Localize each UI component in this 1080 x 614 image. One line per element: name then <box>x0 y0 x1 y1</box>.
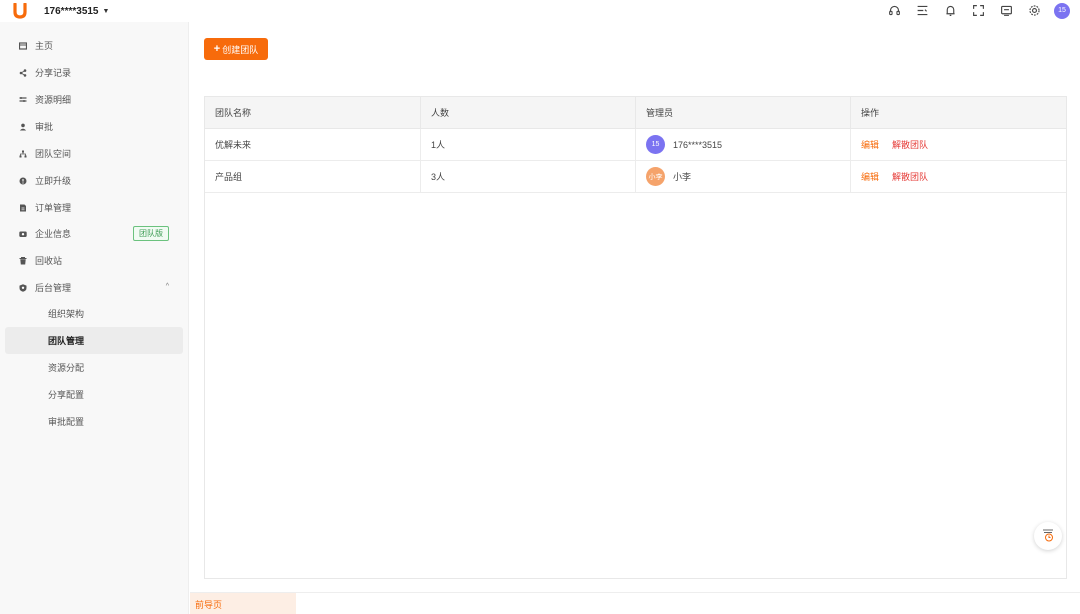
table-header: 团队名称 人数 管理员 操作 <box>205 97 1066 129</box>
table-row: 优解未来 1人 15 176****3515 编辑 解散团队 <box>205 129 1066 161</box>
column-header-count: 人数 <box>421 97 636 128</box>
actions-cell: 编辑 解散团队 <box>851 129 1066 160</box>
company-icon <box>19 230 27 238</box>
order-icon <box>19 204 27 212</box>
main-content: + 创建团队 团队名称 人数 管理员 操作 优解未来 1人 15 176****… <box>190 22 1080 592</box>
create-team-label: 创建团队 <box>222 44 259 55</box>
table-row: 产品组 3人 小李 小李 编辑 解散团队 <box>205 161 1066 193</box>
account-name: 176****3515 <box>44 5 99 17</box>
fullscreen-icon[interactable] <box>970 2 987 19</box>
sidebar-item-label: 审批 <box>35 122 54 132</box>
sidebar-item-home[interactable]: 主页 <box>5 32 183 59</box>
admin-name: 小李 <box>673 172 692 182</box>
settings-icon[interactable] <box>1026 2 1043 19</box>
trash-icon <box>19 256 27 265</box>
dissolve-team-link[interactable]: 解散团队 <box>892 138 928 151</box>
sidebar-item-approval[interactable]: 审批 <box>5 113 183 140</box>
sidebar-item-share-config[interactable]: 分享配置 <box>5 381 183 408</box>
column-header-actions: 操作 <box>861 108 880 118</box>
team-table: 团队名称 人数 管理员 操作 优解未来 1人 15 176****3515 编辑… <box>204 96 1067 579</box>
edit-link[interactable]: 编辑 <box>861 138 879 151</box>
sidebar-item-label: 资源分配 <box>48 363 85 373</box>
sidebar-item-label: 组织架构 <box>48 309 85 319</box>
admin-cell: 15 176****3515 <box>636 129 851 160</box>
sidebar-item-resource-allocation[interactable]: 资源分配 <box>5 354 183 381</box>
column-header-admin: 管理员 <box>636 97 851 128</box>
sidebar-item-share-records[interactable]: 分享记录 <box>5 59 183 86</box>
tab-lead-page[interactable]: 前导页 <box>190 593 296 614</box>
team-icon <box>19 150 27 158</box>
screen-icon[interactable] <box>998 2 1015 19</box>
sidebar-item-upgrade[interactable]: 立即升级 <box>5 167 183 194</box>
upgrade-icon <box>19 177 27 185</box>
admin-cell: 小李 小李 <box>636 161 851 192</box>
admin-icon <box>19 283 27 292</box>
share-icon <box>19 68 27 77</box>
admin-name: 176****3515 <box>673 139 723 150</box>
resource-icon <box>19 96 27 104</box>
bottom-tab-bar: 前导页 <box>190 592 1080 614</box>
team-name-cell: 优解未来 <box>205 129 421 160</box>
member-count-cell: 3人 <box>421 161 636 192</box>
sidebar-item-label: 订单管理 <box>35 203 72 213</box>
sidebar-item-recycle-bin[interactable]: 回收站 <box>5 247 183 274</box>
sidebar-item-label: 审批配置 <box>48 417 85 427</box>
member-count-cell: 1人 <box>421 129 636 160</box>
sidebar-item-company-info[interactable]: 企业信息 团队版 <box>5 220 183 247</box>
sidebar-item-label: 立即升级 <box>35 176 72 186</box>
sidebar-item-label: 团队空间 <box>35 149 72 159</box>
sidebar-item-label: 团队管理 <box>48 336 85 346</box>
sidebar-item-orders[interactable]: 订单管理 <box>5 194 183 221</box>
sidebar-item-label: 分享记录 <box>35 68 72 78</box>
sidebar-item-label: 企业信息 <box>35 229 72 239</box>
dissolve-team-link[interactable]: 解散团队 <box>892 170 928 183</box>
chevron-up-icon: ^ <box>165 283 169 290</box>
sidebar-item-label: 后台管理 <box>35 283 72 293</box>
admin-avatar: 15 <box>646 135 665 154</box>
account-switcher[interactable]: 176****3515 ▼ <box>44 6 109 17</box>
home-icon <box>19 41 27 50</box>
column-header-team-name: 团队名称 <box>205 97 421 128</box>
sidebar-item-approval-config[interactable]: 审批配置 <box>5 408 183 435</box>
plus-icon: + <box>213 42 221 55</box>
sidebar-item-resources[interactable]: 资源明细 <box>5 86 183 113</box>
history-icon <box>1041 528 1055 544</box>
headset-icon[interactable] <box>886 2 903 19</box>
bell-icon[interactable] <box>942 2 959 19</box>
top-bar: 176****3515 ▼ 15 <box>0 0 1080 22</box>
sidebar-item-admin[interactable]: 后台管理 ^ <box>5 274 183 301</box>
user-avatar[interactable]: 15 <box>1054 2 1070 19</box>
sidebar-item-team-management[interactable]: 团队管理 <box>5 327 183 354</box>
team-name-cell: 产品组 <box>205 161 421 192</box>
sidebar-item-label: 回收站 <box>35 256 63 266</box>
list-icon[interactable] <box>914 2 931 19</box>
sidebar-item-label: 主页 <box>35 41 54 51</box>
person-icon <box>19 123 27 131</box>
sidebar-item-label: 资源明细 <box>35 95 72 105</box>
create-team-button[interactable]: + 创建团队 <box>204 38 268 60</box>
floating-help-button[interactable] <box>1034 522 1062 550</box>
actions-cell: 编辑 解散团队 <box>851 161 1066 192</box>
sidebar-item-org-structure[interactable]: 组织架构 <box>5 300 183 327</box>
caret-down-icon: ▼ <box>102 7 110 15</box>
admin-avatar: 小李 <box>646 167 665 186</box>
app-logo[interactable] <box>13 3 27 19</box>
sidebar-item-label: 分享配置 <box>48 390 85 400</box>
sidebar: 主页 分享记录 资源明细 审批 团队空间 立即升级 订单管理 企业信息 团队版 … <box>0 22 189 614</box>
team-edition-badge: 团队版 <box>133 226 169 241</box>
sidebar-item-team-space[interactable]: 团队空间 <box>5 140 183 167</box>
edit-link[interactable]: 编辑 <box>861 170 879 183</box>
